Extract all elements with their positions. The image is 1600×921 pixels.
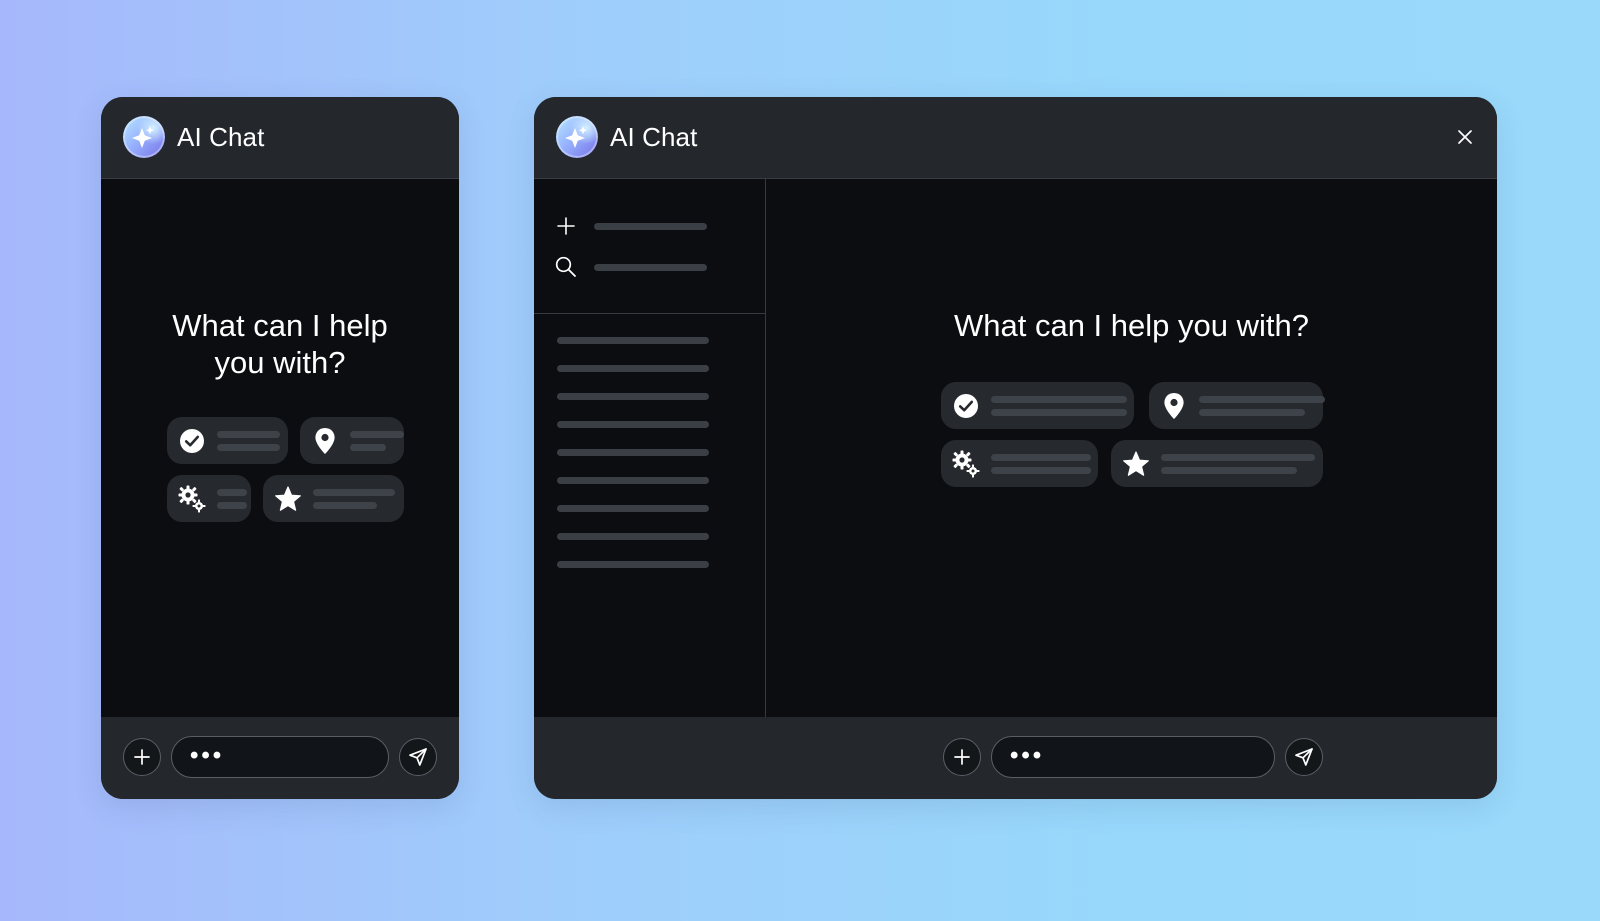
- send-button[interactable]: [1285, 738, 1323, 776]
- suggestion-chip-settings[interactable]: [941, 440, 1098, 487]
- plus-icon: [134, 749, 150, 765]
- chat-history-item[interactable]: [557, 393, 709, 400]
- chat-window-expanded: AI Chat What can I help you with? •••: [534, 97, 1497, 799]
- conversation-sidebar: [534, 179, 766, 717]
- chat-window-compact: AI Chat What can I help you with? •••: [101, 97, 459, 799]
- close-icon: [1458, 130, 1472, 144]
- add-attachment-button[interactable]: [123, 738, 161, 776]
- sidebar-actions: [534, 179, 765, 314]
- input-placeholder: •••: [1010, 742, 1045, 769]
- gears-icon: [951, 449, 981, 479]
- star-icon: [273, 484, 303, 514]
- chat-main-area: What can I help you with?: [766, 179, 1497, 717]
- ai-sparkle-logo-icon: [123, 116, 165, 158]
- chat-history-list: [557, 337, 709, 589]
- check-circle-icon: [951, 391, 981, 421]
- suggestion-chip-location[interactable]: [1149, 382, 1325, 429]
- message-input[interactable]: •••: [991, 736, 1275, 778]
- close-button[interactable]: [1453, 125, 1477, 149]
- message-input[interactable]: •••: [171, 736, 389, 778]
- suggestion-text-placeholder: [1161, 453, 1315, 474]
- gears-icon: [177, 484, 207, 514]
- chat-main-area: What can I help you with?: [101, 179, 459, 717]
- map-pin-icon: [310, 426, 340, 456]
- chat-history-item[interactable]: [557, 533, 709, 540]
- plus-icon: [954, 749, 970, 765]
- suggestion-chip-check[interactable]: [941, 382, 1134, 429]
- plus-icon: [554, 214, 578, 238]
- search-chats-button[interactable]: [554, 254, 744, 280]
- suggestion-text-placeholder: [350, 430, 404, 451]
- check-circle-icon: [177, 426, 207, 456]
- suggestion-text-placeholder: [313, 488, 395, 509]
- new-chat-label-placeholder: [594, 222, 707, 230]
- suggestion-text-placeholder: [991, 395, 1127, 416]
- send-button[interactable]: [399, 738, 437, 776]
- suggestion-chip-favorite[interactable]: [263, 475, 404, 522]
- star-icon: [1121, 449, 1151, 479]
- chat-history-item[interactable]: [557, 365, 709, 372]
- suggestion-chip-favorite[interactable]: [1111, 440, 1323, 487]
- new-chat-button[interactable]: [554, 213, 744, 239]
- suggestion-chip-settings[interactable]: [167, 475, 251, 522]
- chat-history-item[interactable]: [557, 505, 709, 512]
- composer-bar: •••: [101, 717, 459, 799]
- prompt-title: What can I help you with?: [172, 308, 388, 380]
- chat-history-item[interactable]: [557, 337, 709, 344]
- suggestion-text-placeholder: [217, 430, 280, 451]
- window-title: AI Chat: [610, 122, 698, 152]
- input-placeholder: •••: [190, 742, 225, 769]
- chat-history-item[interactable]: [557, 421, 709, 428]
- suggestion-text-placeholder: [991, 453, 1091, 474]
- prompt-title: What can I help you with?: [954, 308, 1309, 343]
- window-title: AI Chat: [177, 122, 265, 152]
- suggestion-text-placeholder: [217, 488, 247, 509]
- chat-history-item[interactable]: [557, 449, 709, 456]
- chat-history-item[interactable]: [557, 477, 709, 484]
- search-label-placeholder: [594, 263, 707, 271]
- suggestion-chip-check[interactable]: [167, 417, 288, 464]
- add-attachment-button[interactable]: [943, 738, 981, 776]
- map-pin-icon: [1159, 391, 1189, 421]
- ai-sparkle-logo-icon: [556, 116, 598, 158]
- suggestion-text-placeholder: [1199, 395, 1325, 416]
- title-bar: AI Chat: [534, 97, 1497, 179]
- chat-history-item[interactable]: [557, 561, 709, 568]
- search-icon: [554, 255, 578, 279]
- send-icon: [409, 748, 427, 766]
- suggestion-chip-location[interactable]: [300, 417, 404, 464]
- send-icon: [1295, 748, 1313, 766]
- title-bar: AI Chat: [101, 97, 459, 179]
- composer-bar: •••: [534, 717, 1497, 799]
